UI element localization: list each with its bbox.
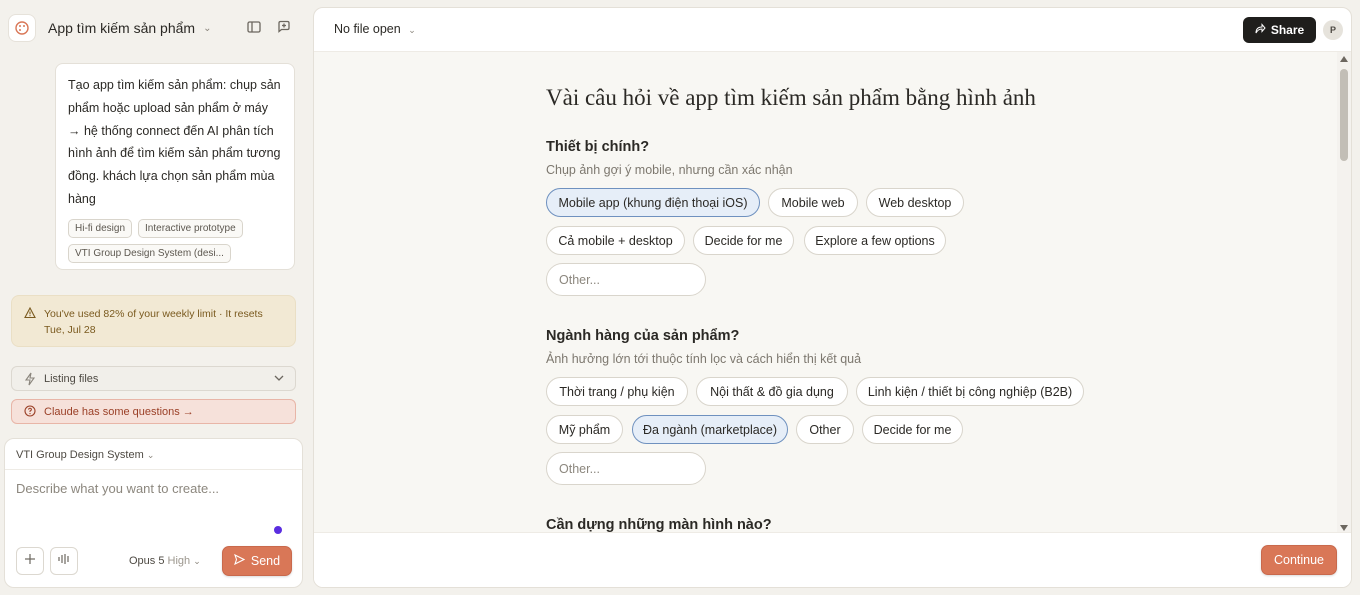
- chevron-down-icon: ⌄: [146, 450, 155, 460]
- canvas-panel: No file open ⌄ Share P Vài câu hỏi về ap…: [313, 7, 1352, 588]
- question-hint: Chụp ảnh gợi ý mobile, nhưng cần xác nhậ…: [546, 163, 793, 177]
- option-industrial-b2b[interactable]: Linh kiện / thiết bị công nghiệp (B2B): [856, 377, 1084, 406]
- user-message-card: Tạo app tìm kiếm sản phẩm: chụp sản phẩm…: [55, 63, 295, 270]
- question-title: Cần dựng những màn hình nào?: [546, 517, 772, 533]
- plus-icon: [24, 552, 36, 570]
- option-web-desktop[interactable]: Web desktop: [866, 188, 964, 217]
- scrollbar-thumb[interactable]: [1340, 69, 1348, 161]
- chip-hi-fi-design: Hi-fi design: [68, 218, 133, 238]
- chevron-down-icon: ⌄: [193, 556, 201, 566]
- palette-logo-icon[interactable]: [8, 14, 36, 42]
- scroll-down-arrow-icon[interactable]: [1340, 525, 1348, 531]
- questions-form-area: Vài câu hỏi về app tìm kiếm sản phẩm bằn…: [314, 52, 1337, 534]
- option-cosmetics[interactable]: Mỹ phẩm: [546, 415, 623, 444]
- voice-input-button[interactable]: [50, 547, 78, 575]
- share-label: Share: [1270, 23, 1305, 37]
- divider: [5, 469, 302, 470]
- option-mobile-app[interactable]: Mobile app (khung điện thoại iOS): [546, 188, 760, 217]
- bolt-icon: [24, 372, 36, 389]
- avatar[interactable]: P: [1323, 20, 1343, 40]
- option-furniture[interactable]: Nội thất & đồ gia dụng: [696, 377, 848, 406]
- continue-button[interactable]: Continue: [1261, 545, 1337, 575]
- share-button[interactable]: Share: [1243, 17, 1316, 43]
- option-mobile-desktop[interactable]: Cả mobile + desktop: [546, 226, 685, 255]
- design-system-select[interactable]: VTI Group Design System ⌄: [16, 449, 154, 461]
- chip-design-system: VTI Group Design System (desi...: [68, 243, 231, 263]
- warning-icon: [24, 306, 36, 324]
- listing-files-label: Listing files: [44, 372, 99, 385]
- questions-banner[interactable]: Claude has some questions →: [11, 399, 296, 424]
- file-select[interactable]: No file open ⌄: [334, 22, 416, 36]
- scroll-up-arrow-icon[interactable]: [1340, 56, 1348, 62]
- project-title[interactable]: App tìm kiếm sản phẩm: [48, 20, 195, 36]
- canvas-topbar: No file open ⌄ Share P: [314, 8, 1351, 52]
- option-decide-for-me[interactable]: Decide for me: [693, 226, 794, 255]
- new-chat-icon[interactable]: [276, 19, 294, 37]
- option-mobile-web[interactable]: Mobile web: [768, 188, 858, 217]
- chevron-down-icon: [273, 372, 285, 387]
- design-system-label: VTI Group Design System: [16, 449, 144, 461]
- chip-interactive-prototype: Interactive prototype: [138, 218, 243, 238]
- question-circle-icon: [24, 405, 36, 420]
- chevron-down-icon: ⌄: [408, 25, 416, 35]
- send-button[interactable]: Send: [222, 546, 292, 576]
- app-header: App tìm kiếm sản phẩm ⌄: [8, 13, 298, 43]
- option-other[interactable]: Other: [796, 415, 854, 444]
- form-footer: Continue: [314, 532, 1351, 587]
- usage-limit-notice: You've used 82% of your weekly limit · I…: [11, 295, 296, 347]
- usage-limit-text: You've used 82% of your weekly limit · I…: [44, 308, 263, 336]
- share-icon: [1255, 23, 1266, 37]
- question-hint: Ảnh hưởng lớn tới thuộc tính lọc và cách…: [546, 352, 862, 366]
- other-input[interactable]: [546, 263, 706, 296]
- option-fashion[interactable]: Thời trang / phụ kiện: [546, 377, 688, 406]
- option-explore-options[interactable]: Explore a few options: [804, 226, 946, 255]
- option-marketplace[interactable]: Đa ngành (marketplace): [632, 415, 788, 444]
- form-title: Vài câu hỏi về app tìm kiếm sản phẩm bằn…: [546, 85, 1036, 110]
- add-attachment-button[interactable]: [16, 547, 44, 575]
- send-icon: [233, 553, 246, 568]
- question-title: Ngành hàng của sản phẩm?: [546, 328, 740, 344]
- composer: VTI Group Design System ⌄ Opus 5 High ⌄ …: [4, 438, 303, 588]
- status-dot-icon: [274, 526, 282, 534]
- question-title: Thiết bị chính?: [546, 139, 650, 155]
- questions-banner-label: Claude has some questions →: [44, 405, 194, 418]
- user-message-text: Tạo app tìm kiếm sản phẩm: chụp sản phẩm…: [68, 78, 281, 206]
- listing-files-toggle[interactable]: Listing files: [11, 366, 296, 391]
- chevron-down-icon[interactable]: ⌄: [203, 23, 211, 34]
- prompt-input[interactable]: [16, 481, 286, 496]
- effort-level: High: [167, 555, 191, 567]
- scrollbar[interactable]: [1337, 52, 1351, 534]
- model-name: Opus 5: [129, 555, 165, 567]
- message-chips: Hi-fi design Interactive prototype VTI G…: [68, 218, 282, 263]
- waveform-icon: [57, 552, 71, 570]
- sidebar-toggle-icon[interactable]: [246, 19, 264, 37]
- option-decide-for-me[interactable]: Decide for me: [862, 415, 963, 444]
- model-select[interactable]: Opus 5 High ⌄: [129, 555, 201, 567]
- send-label: Send: [250, 554, 281, 568]
- file-label: No file open: [334, 22, 401, 36]
- other-input[interactable]: [546, 452, 706, 485]
- chat-panel: App tìm kiếm sản phẩm ⌄ Tạo app tìm kiếm…: [0, 0, 306, 595]
